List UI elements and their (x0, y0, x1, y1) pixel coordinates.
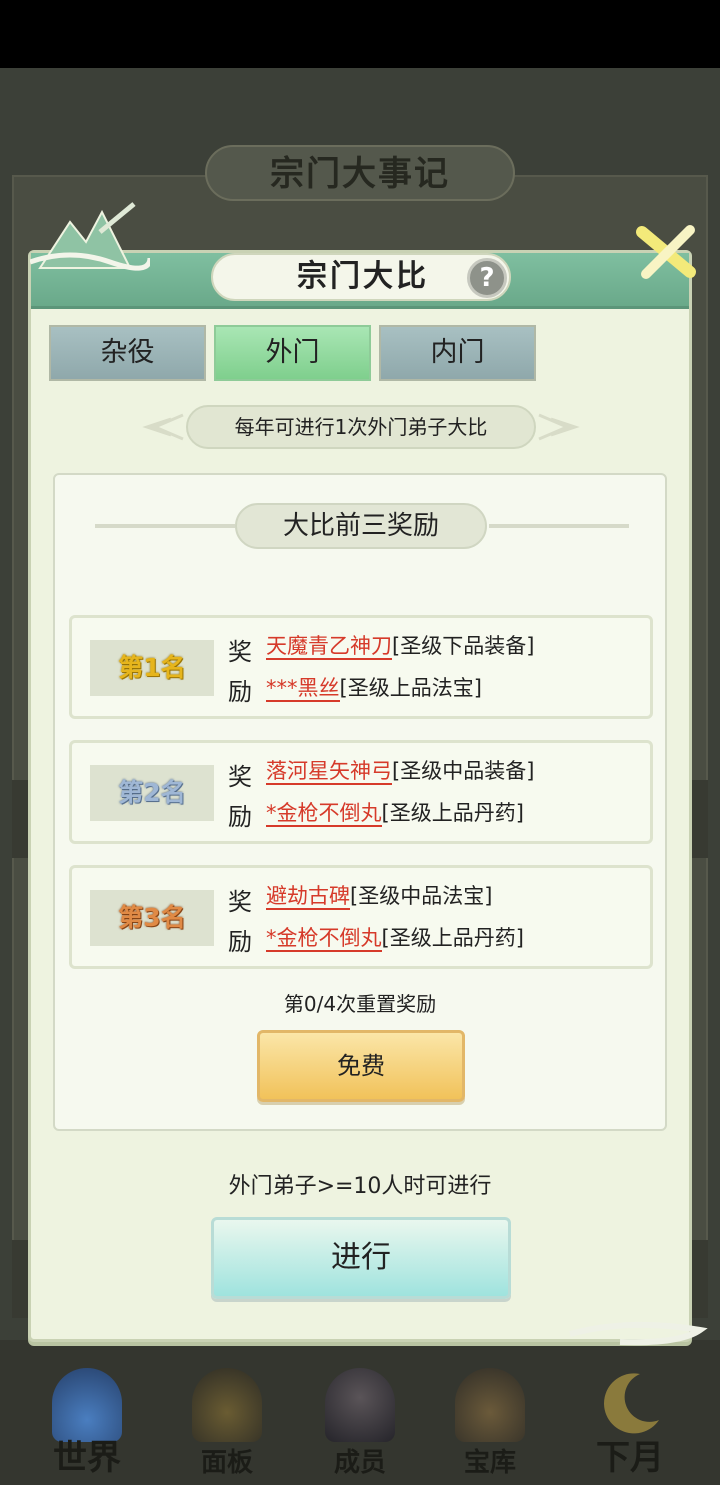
close-icon[interactable] (632, 222, 702, 282)
rank-row-3: 第3名 奖励 避劫古碑[圣级中品法宝] *金枪不倒丸[圣级上品丹药] (69, 865, 653, 969)
background-title: 宗门大事记 (270, 154, 450, 194)
nav-world[interactable]: 世界 (22, 1340, 152, 1485)
tab-outer[interactable]: 外门 (214, 325, 371, 381)
reward-label: 奖励 (228, 888, 252, 956)
reward-item-name[interactable]: *金枪不倒丸 (266, 926, 382, 952)
nav-world-label: 世界 (53, 1438, 121, 1478)
panel-gate-icon (192, 1368, 262, 1442)
divider-right (489, 524, 629, 528)
dialog-title: 宗门大比 (297, 259, 429, 294)
status-bar (0, 0, 720, 68)
nav-next-month-label: 下月 (596, 1438, 664, 1478)
notice-banner: 每年可进行1次外门弟子大比 (186, 405, 536, 449)
reward-item-name[interactable]: 天魔青乙神刀 (266, 634, 392, 660)
reward-item[interactable]: 落河星矢神弓[圣级中品装备] (266, 755, 534, 785)
reward-item[interactable]: 天魔青乙神刀[圣级下品装备] (266, 630, 534, 660)
nav-next-month[interactable]: 下月 (565, 1340, 695, 1485)
rank-badge-2: 第2名 (90, 765, 214, 821)
rank-badge-1: 第1名 (90, 640, 214, 696)
reward-panel: 大比前三奖励 第1名 奖励 天魔青乙神刀[圣级下品装备] ***黑丝[圣级上品法… (53, 473, 667, 1131)
rank-badge-3: 第3名 (90, 890, 214, 946)
reward-item-grade: [圣级下品装备] (392, 634, 535, 658)
free-reset-button[interactable]: 免费 (257, 1030, 465, 1102)
nav-panel-label: 面板 (200, 1448, 253, 1478)
contest-dialog: 宗门大比 ? 杂役 外门 内门 每年可进行1次外门弟子大比 大比前三奖励 第1名… (28, 250, 692, 1342)
tab-chore[interactable]: 杂役 (49, 325, 206, 381)
reward-item-name[interactable]: 避劫古碑 (266, 884, 350, 910)
ornament-left-icon (142, 413, 184, 441)
nav-members[interactable]: 成员 (295, 1340, 425, 1485)
reward-item-grade: [圣级中品装备] (392, 759, 535, 783)
reset-count-text: 第0/4次重置奖励 (283, 992, 437, 1016)
reward-section-title: 大比前三奖励 (235, 503, 487, 549)
reward-item[interactable]: ***黑丝[圣级上品法宝] (266, 672, 482, 702)
nav-members-label: 成员 (333, 1448, 386, 1478)
reward-item-grade: [圣级上品法宝] (339, 676, 482, 700)
reward-item-name[interactable]: ***黑丝 (266, 676, 340, 702)
cloud-deco-icon (569, 1321, 708, 1346)
reward-item-grade: [圣级上品丹药] (381, 926, 524, 950)
nav-treasury-label: 宝库 (463, 1448, 516, 1478)
background-title-banner: 宗门大事记 (205, 145, 515, 201)
help-button[interactable]: ? (467, 258, 507, 298)
rank-row-1: 第1名 奖励 天魔青乙神刀[圣级下品装备] ***黑丝[圣级上品法宝] (69, 615, 653, 719)
reward-item[interactable]: 避劫古碑[圣级中品法宝] (266, 880, 492, 910)
rank-row-2: 第2名 奖励 落河星矢神弓[圣级中品装备] *金枪不倒丸[圣级上品丹药] (69, 740, 653, 844)
requirement-text: 外门弟子>=10人时可进行 (228, 1174, 492, 1199)
tab-inner[interactable]: 内门 (379, 325, 536, 381)
member-person-icon (325, 1368, 395, 1442)
bottom-nav: 世界 面板 成员 宝库 下月 (0, 1340, 720, 1485)
treasury-icon (455, 1368, 525, 1442)
divider-left (95, 524, 235, 528)
reward-item-grade: [圣级中品法宝] (350, 884, 493, 908)
reward-label: 奖励 (228, 763, 252, 831)
ornament-right-icon (538, 413, 580, 441)
mountain-sword-icon (30, 202, 150, 271)
reward-label: 奖励 (228, 638, 252, 706)
reward-item-grade: [圣级上品丹药] (381, 801, 524, 825)
nav-panel[interactable]: 面板 (162, 1340, 292, 1485)
nav-treasury[interactable]: 宝库 (425, 1340, 555, 1485)
proceed-button[interactable]: 进行 (211, 1217, 511, 1299)
reward-item[interactable]: *金枪不倒丸[圣级上品丹药] (266, 922, 524, 952)
reward-item[interactable]: *金枪不倒丸[圣级上品丹药] (266, 797, 524, 827)
reward-item-name[interactable]: 落河星矢神弓 (266, 759, 392, 785)
title-pill: 宗门大比 ? (211, 253, 511, 301)
reward-item-name[interactable]: *金枪不倒丸 (266, 801, 382, 827)
